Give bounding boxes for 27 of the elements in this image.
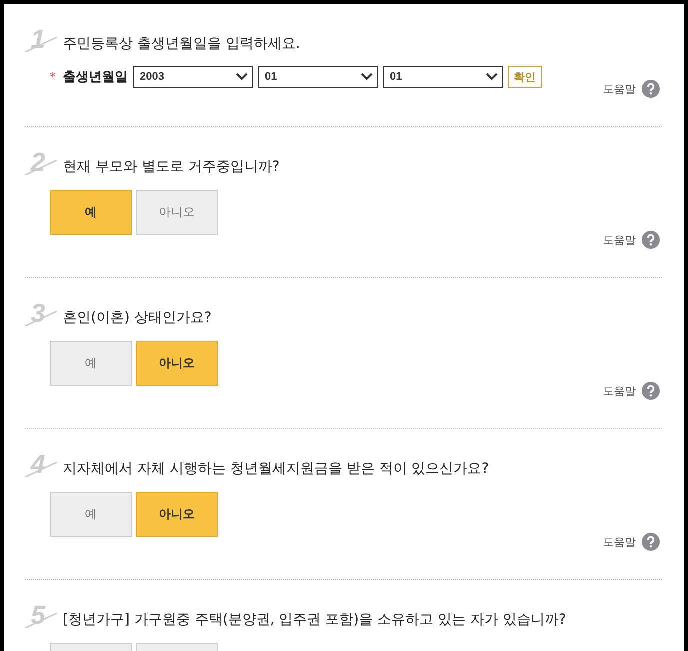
month-select[interactable]: 01 — [258, 66, 378, 88]
question-text: 혼인(이혼) 상태인가요? — [63, 309, 212, 328]
field-label: 출생년월일 — [63, 69, 128, 86]
chevron-icon — [236, 73, 248, 81]
answer-button[interactable]: 예 — [50, 341, 132, 386]
help-icon[interactable] — [642, 533, 660, 551]
help-link[interactable]: 도움말 — [603, 534, 636, 550]
question-text: 주민등록상 출생년월일을 입력하세요. — [63, 35, 300, 54]
answer-button[interactable]: 아니오 — [136, 341, 218, 386]
help-link[interactable]: 도움말 — [603, 82, 636, 96]
help-link[interactable]: 도움말 — [603, 384, 636, 398]
question-text: 지자체에서 자체 시행하는 청년월세지원금을 받은 적이 있으신가요? — [63, 460, 490, 479]
required-mark: * — [50, 70, 56, 84]
day-select[interactable]: 01 — [383, 66, 503, 88]
chevron-icon — [486, 73, 498, 81]
help-icon[interactable] — [642, 80, 660, 98]
answer-button[interactable]: 예 — [50, 492, 132, 537]
chevron-icon — [361, 73, 373, 81]
help-icon[interactable] — [642, 231, 660, 249]
answer-button[interactable]: 아니오 — [136, 190, 218, 235]
question-text: [청년가구] 가구원중 주택(분양권, 입주권 포함)을 소유하고 있는 자가 있습니까? — [63, 611, 566, 630]
answer-button[interactable]: 아니오 — [136, 492, 218, 537]
year-select[interactable]: 2003 — [133, 66, 253, 88]
help-icon[interactable] — [642, 382, 660, 400]
question-text: 현재 부모와 별도로 거주중입니까? — [63, 158, 280, 177]
help-link[interactable]: 도움말 — [603, 232, 636, 248]
answer-button[interactable]: 예 — [50, 190, 132, 235]
